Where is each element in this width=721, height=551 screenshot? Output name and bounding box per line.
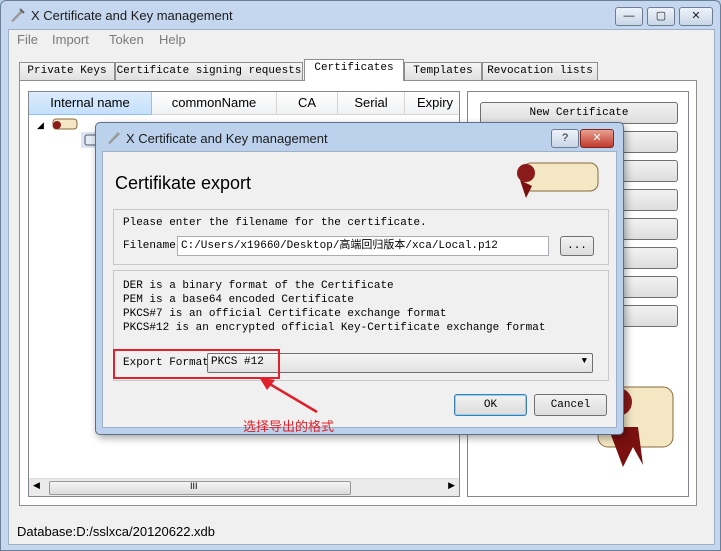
close-icon: ✕ — [691, 10, 701, 22]
filename-group: Please enter the filename for the certif… — [113, 209, 609, 265]
app-icon — [9, 7, 25, 23]
tab-templates[interactable]: Templates — [404, 62, 482, 80]
tab-csr[interactable]: Certificate signing requests — [115, 62, 303, 80]
menu-bar: File Import Token Help — [9, 30, 714, 50]
format-info: DER is a binary format of the Certificat… — [123, 279, 545, 335]
dialog-heading: Certifikate export — [115, 173, 252, 193]
scroll-thumb[interactable]: III — [49, 481, 351, 495]
dropdown-arrow-icon: ▼ — [581, 356, 587, 366]
new-certificate-button[interactable]: New Certificate — [480, 102, 678, 124]
minimize-icon: — — [623, 10, 635, 22]
export-dialog: X Certificate and Key management ? ✕ Cer… — [95, 122, 624, 435]
browse-button[interactable]: ... — [560, 236, 594, 256]
ok-button[interactable]: OK — [454, 394, 527, 416]
tab-revocation-lists[interactable]: Revocation lists — [482, 62, 598, 80]
expand-arrow-icon[interactable]: ◢ — [37, 120, 44, 131]
info-line-pem: PEM is a base64 encoded Certificate — [123, 294, 355, 306]
dialog-certificate-logo — [508, 158, 603, 200]
tab-certificates[interactable]: Certificates — [304, 59, 404, 81]
scroll-left-icon[interactable]: ◀ — [33, 480, 40, 491]
info-line-pkcs7: PKCS#7 is an official Certificate exchan… — [123, 308, 447, 320]
window-title: X Certificate and Key management — [31, 8, 233, 23]
filename-label: Filename — [123, 240, 176, 252]
info-line-pkcs12: PKCS#12 is an encrypted official Key-Cer… — [123, 322, 546, 334]
cancel-button[interactable]: Cancel — [534, 394, 607, 416]
dialog-close-icon: ✕ — [592, 132, 602, 144]
menu-help[interactable]: Help — [159, 32, 186, 47]
horizontal-scrollbar[interactable]: ◀ III ▶ — [29, 478, 459, 496]
certificate-icon — [51, 116, 81, 132]
maximize-button[interactable]: ▢ — [647, 7, 675, 26]
annotation-text: 选择导出的格式 — [243, 419, 335, 434]
filename-prompt: Please enter the filename for the certif… — [123, 217, 427, 229]
dialog-app-icon — [106, 129, 122, 145]
close-button[interactable]: ✕ — [679, 7, 713, 26]
dialog-client: Certifikate export Please enter the file… — [102, 151, 617, 428]
tab-private-keys[interactable]: Private Keys — [19, 62, 115, 80]
menu-file[interactable]: File — [17, 32, 38, 47]
dialog-help-button[interactable]: ? — [551, 129, 579, 148]
col-commonname[interactable]: commonName — [152, 92, 277, 115]
title-bar: X Certificate and Key management — ▢ ✕ — [1, 1, 720, 29]
menu-import[interactable]: Import — [52, 32, 89, 47]
annotation-arrow-icon — [259, 377, 318, 414]
scroll-right-icon[interactable]: ▶ — [448, 480, 455, 491]
dialog-close-button[interactable]: ✕ — [580, 129, 614, 148]
menu-token[interactable]: Token — [109, 32, 144, 47]
help-icon: ? — [561, 132, 569, 144]
col-internal-name[interactable]: Internal name — [29, 92, 152, 115]
status-bar-database: Database:D:/sslxca/20120622.xdb — [17, 524, 216, 539]
dialog-title: X Certificate and Key management — [126, 131, 328, 146]
maximize-icon: ▢ — [655, 10, 667, 22]
minimize-button[interactable]: — — [615, 7, 643, 26]
filename-input[interactable]: C:/Users/x19660/Desktop/高端回归版本/xca/Local… — [177, 236, 549, 256]
scroll-grip: III — [190, 481, 198, 491]
info-line-der: DER is a binary format of the Certificat… — [123, 280, 394, 292]
col-ca[interactable]: CA — [277, 92, 338, 115]
col-serial[interactable]: Serial — [338, 92, 405, 115]
col-expiry[interactable]: Expiry — [405, 92, 459, 115]
